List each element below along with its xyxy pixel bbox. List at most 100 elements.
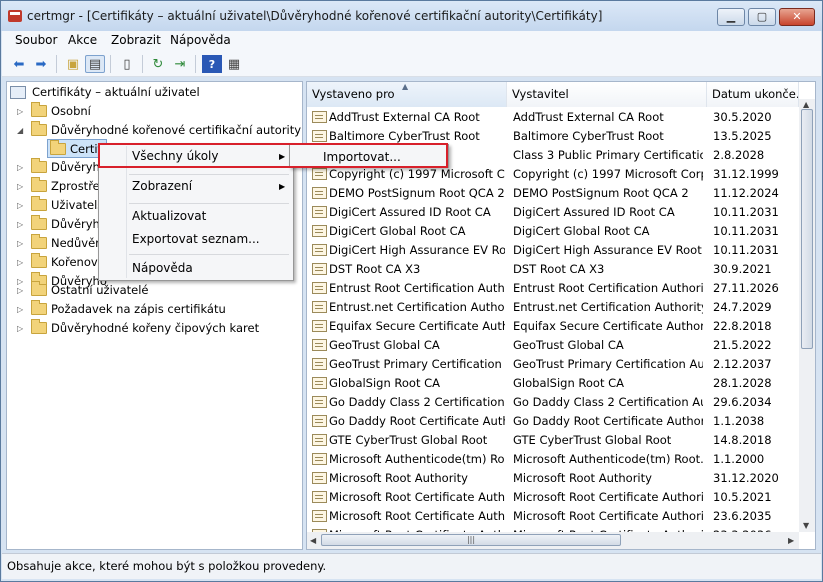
scroll-left-icon[interactable]: ◀ [310, 536, 316, 545]
certificate-icon [312, 244, 327, 256]
tree-item-smartcard-roots[interactable]: ▷ Důvěryhodné kořeny čipových karet [17, 319, 297, 338]
submenu-arrow-icon: ▶ [279, 152, 286, 161]
vertical-scrollbar[interactable]: ▲ ▼ [799, 99, 815, 532]
certificate-icon [312, 320, 327, 332]
cell-expiry: 2.8.2028 [713, 148, 765, 162]
table-row[interactable]: Microsoft Root Authority Microsoft Root A… [307, 469, 799, 488]
maximize-button[interactable]: ▢ [748, 8, 776, 26]
certificate-icon [312, 377, 327, 389]
expand-icon[interactable]: ▷ [17, 253, 27, 272]
table-row[interactable]: GeoTrust Global CA GeoTrust Global CA 21.5… [307, 336, 799, 355]
cell-issued-to: Go Daddy Root Certificate Auth... [329, 414, 505, 428]
table-row[interactable]: Microsoft Root Certificate Auth... Micros… [307, 488, 799, 507]
menu-item-all-tasks[interactable]: Všechny úkoly [132, 149, 218, 163]
menu-item-import[interactable]: Importovat... [323, 150, 401, 164]
certificate-icon [312, 263, 327, 275]
scroll-down-icon[interactable]: ▼ [803, 521, 809, 530]
menu-item-help[interactable]: Nápověda [132, 261, 193, 275]
up-folder-icon[interactable]: ▣ [63, 55, 83, 73]
table-row[interactable]: Entrust Root Certification Auth... Entrus… [307, 279, 799, 298]
expand-icon[interactable]: ▷ [17, 319, 27, 338]
menu-zobrazit[interactable]: Zobrazit [111, 33, 161, 47]
horizontal-scroll-thumb[interactable]: ||| [321, 534, 621, 546]
table-row[interactable]: DigiCert Assured ID Root CA DigiCert Assu… [307, 203, 799, 222]
cell-issuer: Go Daddy Class 2 Certification Au... [513, 395, 703, 409]
expand-icon[interactable]: ▷ [17, 102, 27, 121]
table-row[interactable]: GlobalSign Root CA GlobalSign Root CA 28.1… [307, 374, 799, 393]
certificates-root-icon [10, 86, 26, 99]
window-title: certmgr - [Certifikáty – aktuální uživat… [27, 9, 603, 23]
help-icon[interactable]: ? [202, 55, 222, 73]
table-row[interactable]: Microsoft Authenticode(tm) Ro... Microsof… [307, 450, 799, 469]
cell-issuer: Copyright (c) 1997 Microsoft Corp. [513, 167, 703, 181]
certificate-icon [312, 453, 327, 465]
menu-bar: Soubor Akce Zobrazit Nápověda [2, 31, 821, 51]
folder-icon [31, 121, 47, 136]
folder-icon [31, 253, 47, 268]
table-row[interactable]: Microsoft Root Certificate Auth... Micros… [307, 507, 799, 526]
column-header-issued-to[interactable]: ▲ Vystaveno pro [307, 82, 507, 107]
table-row[interactable]: Go Daddy Root Certificate Auth... Go Dadd… [307, 412, 799, 431]
action-pane-icon[interactable]: ▦ [224, 55, 244, 73]
expand-icon[interactable]: ▷ [17, 177, 27, 196]
table-row[interactable]: Go Daddy Class 2 Certification ... Go Dad… [307, 393, 799, 412]
menu-item-refresh[interactable]: Aktualizovat [132, 209, 206, 223]
open-folder-icon [50, 140, 66, 155]
certificate-icon [312, 396, 327, 408]
cell-expiry: 27.11.2026 [713, 281, 779, 295]
table-row[interactable]: DST Root CA X3 DST Root CA X3 30.9.2021 [307, 260, 799, 279]
column-header-expiry[interactable]: Datum ukonče... [707, 82, 799, 107]
scroll-up-icon[interactable]: ▲ [803, 100, 809, 109]
scroll-right-icon[interactable]: ▶ [788, 536, 794, 545]
forward-icon[interactable]: ➡ [31, 55, 51, 73]
tree-item-other-users[interactable]: ▷ Ostatní uživatelé [17, 281, 297, 300]
export-list-icon[interactable]: ⇥ [170, 55, 190, 73]
certificate-icon [312, 187, 327, 199]
cell-expiry: 10.11.2031 [713, 224, 779, 238]
expand-icon[interactable]: ▷ [17, 215, 27, 234]
show-hide-tree-icon[interactable]: ▤ [85, 55, 105, 73]
table-row[interactable]: Equifax Secure Certificate Auth... Equifa… [307, 317, 799, 336]
column-header-issuer[interactable]: Vystavitel [507, 82, 707, 107]
table-row[interactable]: GTE CyberTrust Global Root GTE CyberTrust… [307, 431, 799, 450]
cell-issued-to: DST Root CA X3 [329, 262, 421, 276]
table-row[interactable]: DigiCert Global Root CA DigiCert Global R… [307, 222, 799, 241]
mmc-window: certmgr - [Certifikáty – aktuální uživat… [0, 0, 823, 582]
expand-icon[interactable]: ▷ [17, 281, 27, 300]
expand-icon[interactable]: ▷ [17, 158, 27, 177]
table-row[interactable]: DEMO PostSignum Root QCA 2 DEMO PostSignu… [307, 184, 799, 203]
table-row[interactable]: DigiCert High Assurance EV Ro... DigiCert… [307, 241, 799, 260]
cell-issuer: GeoTrust Primary Certification Au... [513, 357, 703, 371]
cell-issuer: Equifax Secure Certificate Authority [513, 319, 703, 333]
menu-item-export-list[interactable]: Exportovat seznam... [132, 232, 260, 246]
all-tasks-submenu: Importovat... [289, 144, 449, 168]
minimize-button[interactable]: ▁ [717, 8, 745, 26]
tree-item-trusted-root[interactable]: ◢ Důvěryhodné kořenové certifikační auto… [17, 121, 301, 140]
cell-issued-to: Entrust Root Certification Auth... [329, 281, 505, 295]
expand-icon[interactable]: ▷ [17, 234, 27, 253]
expand-icon[interactable]: ▷ [17, 196, 27, 215]
cell-issued-to: Microsoft Authenticode(tm) Ro... [329, 452, 505, 466]
menu-item-view[interactable]: Zobrazení [132, 179, 192, 193]
refresh-icon[interactable]: ↻ [148, 55, 168, 73]
table-row[interactable]: Entrust.net Certification Author... Entru… [307, 298, 799, 317]
table-row[interactable]: GeoTrust Primary Certification ... GeoTru… [307, 355, 799, 374]
menu-soubor[interactable]: Soubor [15, 33, 57, 47]
vertical-scroll-thumb[interactable] [801, 109, 813, 349]
menu-napoveda[interactable]: Nápověda [170, 33, 231, 47]
back-icon[interactable]: ⬅ [9, 55, 29, 73]
properties-icon[interactable]: ▯ [117, 55, 137, 73]
cell-issuer: DEMO PostSignum Root QCA 2 [513, 186, 689, 200]
close-button[interactable]: ✕ [779, 8, 815, 26]
expand-icon[interactable]: ▷ [17, 300, 27, 319]
certificate-icon [312, 225, 327, 237]
tree-root[interactable]: Certifikáty – aktuální uživatel [10, 83, 300, 102]
table-row[interactable]: AddTrust External CA Root AddTrust Extern… [307, 108, 799, 127]
menu-akce[interactable]: Akce [68, 33, 97, 47]
horizontal-scrollbar[interactable]: ◀ ||| ▶ [307, 532, 799, 549]
tree-item-enrollment[interactable]: ▷ Požadavek na zápis certifikátu [17, 300, 297, 319]
title-bar[interactable]: certmgr - [Certifikáty – aktuální uživat… [1, 1, 822, 31]
collapse-icon[interactable]: ◢ [17, 121, 27, 140]
tree-item-osobni[interactable]: ▷ Osobní [17, 102, 297, 121]
cell-issuer: GlobalSign Root CA [513, 376, 625, 390]
